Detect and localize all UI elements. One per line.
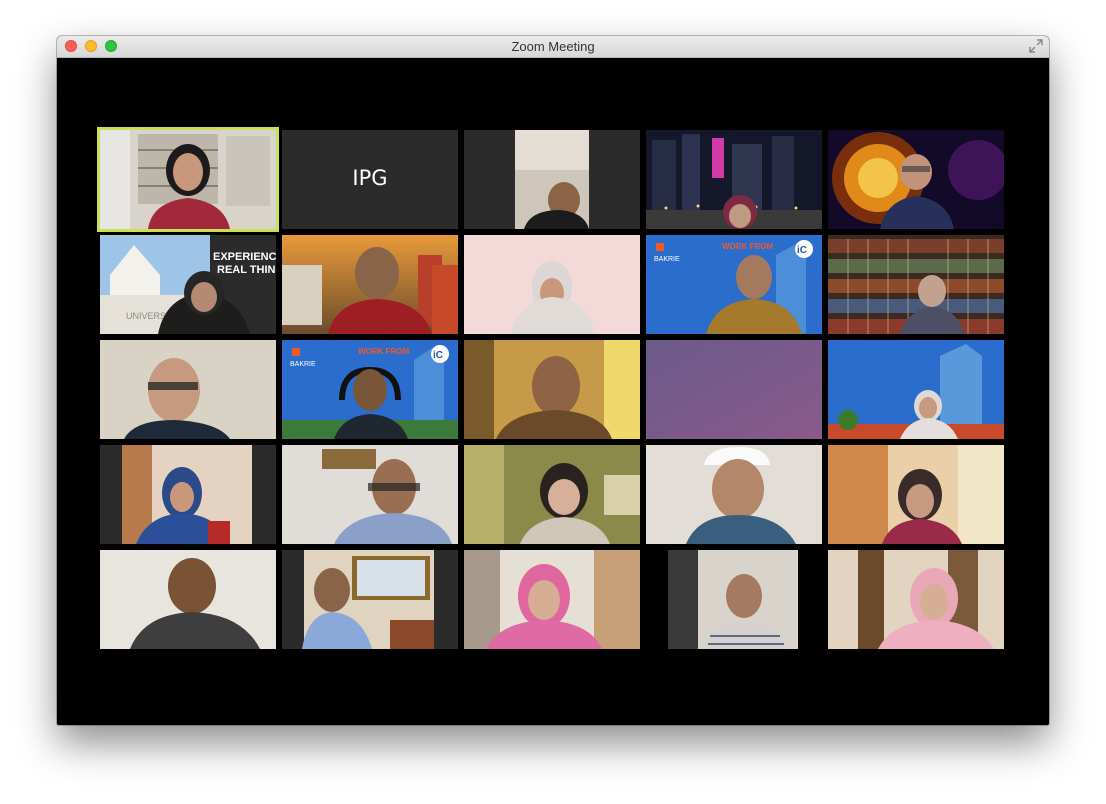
video-tile[interactable] — [646, 130, 822, 229]
video-tile[interactable] — [282, 445, 458, 544]
gallery-grid: IPG EXPERIENC REAL THIN UNIVERSITAS BAKR… — [97, 127, 1005, 650]
video-tile[interactable] — [100, 550, 276, 649]
video-tile[interactable] — [464, 550, 640, 649]
overlay-text: WORK FROM — [722, 242, 773, 251]
zoom-window: Zoom Meeting IPG EXPERIENC REAL THIN UNI… — [57, 36, 1049, 725]
video-tile[interactable] — [464, 340, 640, 439]
window-title: Zoom Meeting — [511, 39, 595, 54]
title-bar[interactable]: Zoom Meeting — [57, 36, 1049, 58]
overlay-text: BAKRIE — [654, 256, 680, 263]
video-tile[interactable]: BAKRIE WORK FROM iC — [646, 235, 822, 334]
video-tile[interactable] — [282, 235, 458, 334]
video-tile[interactable]: BAKRIE WORK FROM iC — [282, 340, 458, 439]
participant-name: IPG — [352, 166, 388, 190]
video-tile[interactable] — [828, 235, 1004, 334]
video-tile[interactable] — [828, 130, 1004, 229]
video-tile[interactable] — [464, 130, 640, 229]
video-tile[interactable] — [464, 235, 640, 334]
video-tile[interactable] — [828, 550, 1004, 649]
overlay-text: EXPERIENCE — [213, 251, 276, 263]
video-tile[interactable] — [828, 445, 1004, 544]
overlay-text: WORK FROM — [358, 347, 409, 356]
video-tile[interactable] — [646, 550, 822, 649]
video-tile[interactable] — [464, 445, 640, 544]
overlay-text: BAKRIE — [290, 361, 316, 368]
video-tile[interactable] — [828, 340, 1004, 439]
video-tile[interactable] — [646, 340, 822, 439]
video-tile[interactable] — [646, 445, 822, 544]
fullscreen-icon[interactable] — [1029, 39, 1043, 53]
video-tile[interactable] — [100, 340, 276, 439]
video-tile[interactable] — [100, 445, 276, 544]
overlay-text: REAL THINGS — [217, 264, 276, 276]
video-tile[interactable] — [282, 550, 458, 649]
video-tile[interactable]: EXPERIENCE REAL THINGS UNIVERSITAS — [100, 235, 276, 334]
overlay-text: iC — [433, 350, 443, 361]
video-tile-active-speaker[interactable] — [97, 127, 279, 232]
overlay-text: iC — [797, 245, 807, 256]
video-tile[interactable]: IPG — [282, 130, 458, 229]
